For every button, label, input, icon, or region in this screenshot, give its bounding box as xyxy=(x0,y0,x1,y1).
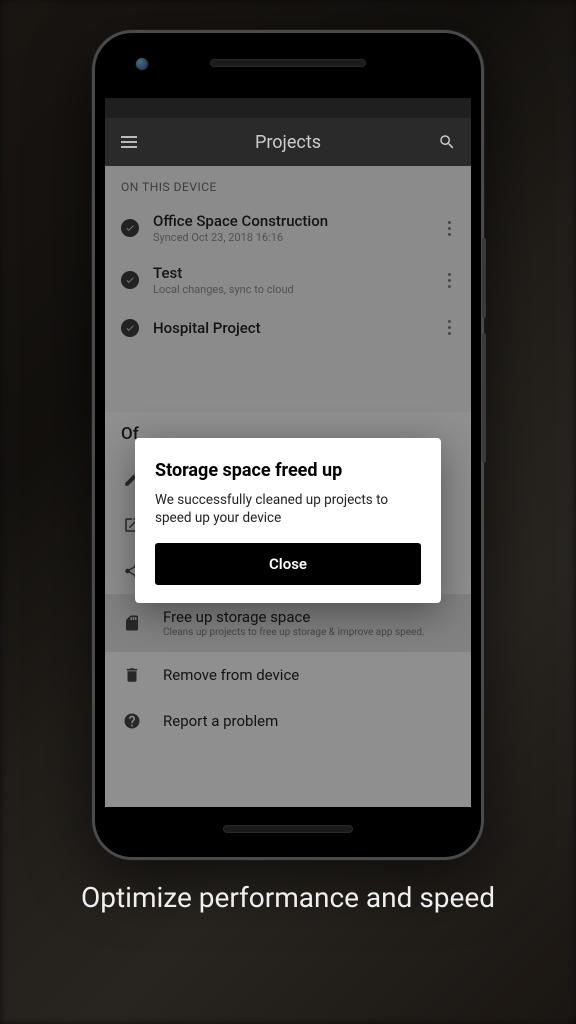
status-bar xyxy=(105,98,471,118)
phone-top-bezel xyxy=(95,33,481,93)
dialog-body: We successfully cleaned up projects to s… xyxy=(155,491,421,527)
phone-side-button xyxy=(482,238,486,318)
phone-frame: Projects ON THIS DEVICE Office Space Con… xyxy=(92,30,484,860)
phone-bottom-speaker xyxy=(223,825,353,833)
content-area: ON THIS DEVICE Office Space Construction… xyxy=(105,166,471,807)
dialog-title: Storage space freed up xyxy=(155,460,421,481)
phone-camera xyxy=(135,57,149,71)
phone-screen: Projects ON THIS DEVICE Office Space Con… xyxy=(105,98,471,807)
phone-speaker xyxy=(210,59,366,67)
app-bar: Projects xyxy=(105,118,471,166)
phone-bottom-bezel xyxy=(95,815,481,843)
marketing-caption: Optimize performance and speed xyxy=(0,880,576,915)
dialog: Storage space freed up We successfully c… xyxy=(135,438,441,603)
hamburger-menu-icon[interactable] xyxy=(119,132,139,152)
app-bar-title: Projects xyxy=(139,132,437,153)
close-button[interactable]: Close xyxy=(155,543,421,585)
phone-side-button xyxy=(482,333,486,463)
search-icon[interactable] xyxy=(437,132,457,152)
